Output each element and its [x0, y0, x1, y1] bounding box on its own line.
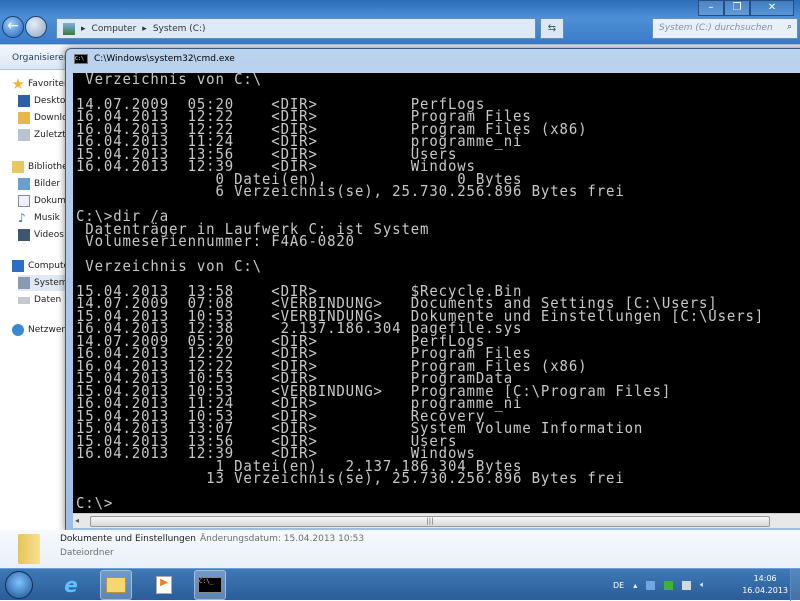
show-hidden-icons-icon[interactable]: ▴	[633, 581, 637, 590]
computer-icon	[63, 22, 75, 35]
maximize-button[interactable]: ❐	[724, 0, 750, 16]
details-pane: Dokumente und Einstellungen Änderungsdatu…	[0, 530, 800, 568]
console-line: 6 Verzeichnis(se), 25.730.256.896 Bytes …	[76, 183, 625, 201]
folder-icon	[18, 534, 40, 564]
cmd-icon: C:\_	[198, 577, 222, 593]
selected-item-modified: Änderungsdatum: 15.04.2013 10:53	[200, 534, 365, 544]
search-icon: ⌕	[786, 22, 792, 32]
cmd-window[interactable]: C:\ C:\Windows\system32\cmd.exe Verzeich…	[65, 48, 800, 533]
taskbar-explorer[interactable]	[100, 570, 132, 600]
nav-data-drive[interactable]: Daten	[18, 292, 66, 308]
taskbar-internet-explorer[interactable]: e	[55, 570, 87, 600]
chevron-right-icon: ▸	[142, 23, 147, 34]
nav-documents[interactable]: Dokumente	[18, 193, 66, 209]
clock-time: 14:06	[753, 574, 777, 583]
network-icon[interactable]	[682, 580, 692, 590]
network-icon	[12, 324, 24, 336]
console-line: Verzeichnis von C:\	[76, 258, 262, 276]
search-placeholder: System (C:) durchsuchen	[659, 23, 773, 33]
nav-desktop[interactable]: Desktop	[18, 93, 66, 109]
media-player-icon: ▶	[156, 576, 172, 594]
show-desktop-button[interactable]	[790, 569, 800, 601]
clock-date: 16.04.2013	[742, 586, 788, 595]
nav-pictures[interactable]: Bilder	[18, 176, 66, 192]
nav-libraries[interactable]: Bibliotheken	[12, 159, 66, 175]
language-indicator[interactable]: DE	[613, 581, 624, 590]
libraries-icon	[12, 161, 24, 173]
breadcrumb-system[interactable]: System (C:)	[153, 24, 206, 34]
refresh-button[interactable]: ⇆	[540, 18, 564, 39]
pictures-icon	[18, 178, 30, 190]
cmd-title: C:\Windows\system32\cmd.exe	[94, 54, 235, 64]
chevron-right-icon: ▸	[81, 23, 86, 34]
selected-item-name: Dokumente und Einstellungen	[60, 534, 197, 544]
clock[interactable]: 14:06 16.04.2013	[742, 573, 788, 597]
drive-icon	[18, 277, 30, 289]
scrollbar-thumb[interactable]: |||	[90, 516, 770, 527]
horizontal-scrollbar[interactable]: ◂ |||	[73, 513, 800, 528]
nav-favorites[interactable]: Favoriten	[12, 76, 66, 92]
documents-icon	[18, 195, 30, 207]
console-line: Volumeseriennummer: F4A6-0820	[76, 233, 355, 251]
navigation-pane: Favoriten Desktop Downloads Zuletzt besu…	[0, 70, 66, 530]
folder-icon	[106, 577, 126, 593]
nav-computer[interactable]: Computer	[12, 258, 66, 274]
forward-button[interactable]	[25, 16, 47, 38]
nav-recent[interactable]: Zuletzt besucht	[18, 127, 66, 143]
explorer-titlebar: ← ▸ Computer ▸ System (C:) ⇆ System (C:)…	[0, 0, 800, 44]
taskbar-cmd[interactable]: C:\_	[194, 570, 226, 600]
selected-item-type: Dateiordner	[60, 548, 114, 558]
cmd-icon: C:\	[74, 54, 88, 64]
nav-system-drive[interactable]: System (C:)	[18, 275, 66, 291]
recent-places-icon	[18, 129, 30, 141]
organize-button[interactable]: Organisieren	[12, 53, 70, 63]
device-icon[interactable]	[646, 580, 656, 590]
back-button[interactable]: ←	[2, 16, 24, 38]
ie-icon: e	[64, 573, 78, 597]
volume-icon[interactable]: 🔈︎	[700, 580, 705, 590]
downloads-icon	[18, 112, 30, 124]
cmd-titlebar[interactable]: C:\ C:\Windows\system32\cmd.exe	[74, 54, 235, 64]
start-button[interactable]	[5, 571, 33, 599]
minimize-button[interactable]: –	[698, 0, 724, 16]
search-input[interactable]: System (C:) durchsuchen ⌕	[652, 18, 798, 39]
breadcrumb-computer[interactable]: Computer	[92, 24, 137, 34]
taskbar: e ▶ C:\_ DE ▴ 🔈︎ 14:06 16.04.2013	[0, 568, 800, 601]
nav-network[interactable]: Netzwerk	[12, 322, 66, 338]
nav-downloads[interactable]: Downloads	[18, 110, 66, 126]
console-line: C:\>	[76, 495, 114, 513]
close-button[interactable]: ✕	[750, 0, 794, 16]
action-center-icon[interactable]	[664, 580, 674, 590]
videos-icon	[18, 229, 30, 241]
taskbar-media-player[interactable]: ▶	[148, 570, 180, 600]
nav-videos[interactable]: Videos	[18, 227, 66, 243]
computer-icon	[12, 260, 24, 272]
star-icon	[12, 78, 24, 89]
console-output[interactable]: Verzeichnis von C:\ 14.07.2009 05:20 <DIR…	[73, 73, 800, 513]
desktop-icon	[18, 95, 30, 107]
music-icon: ♪	[18, 211, 26, 225]
system-tray: DE ▴ 🔈︎	[613, 569, 705, 601]
drive-icon	[18, 296, 30, 304]
address-bar[interactable]: ▸ Computer ▸ System (C:)	[56, 18, 536, 39]
nav-music[interactable]: ♪ Musik	[18, 210, 66, 226]
scroll-left-icon[interactable]: ◂	[75, 516, 79, 525]
